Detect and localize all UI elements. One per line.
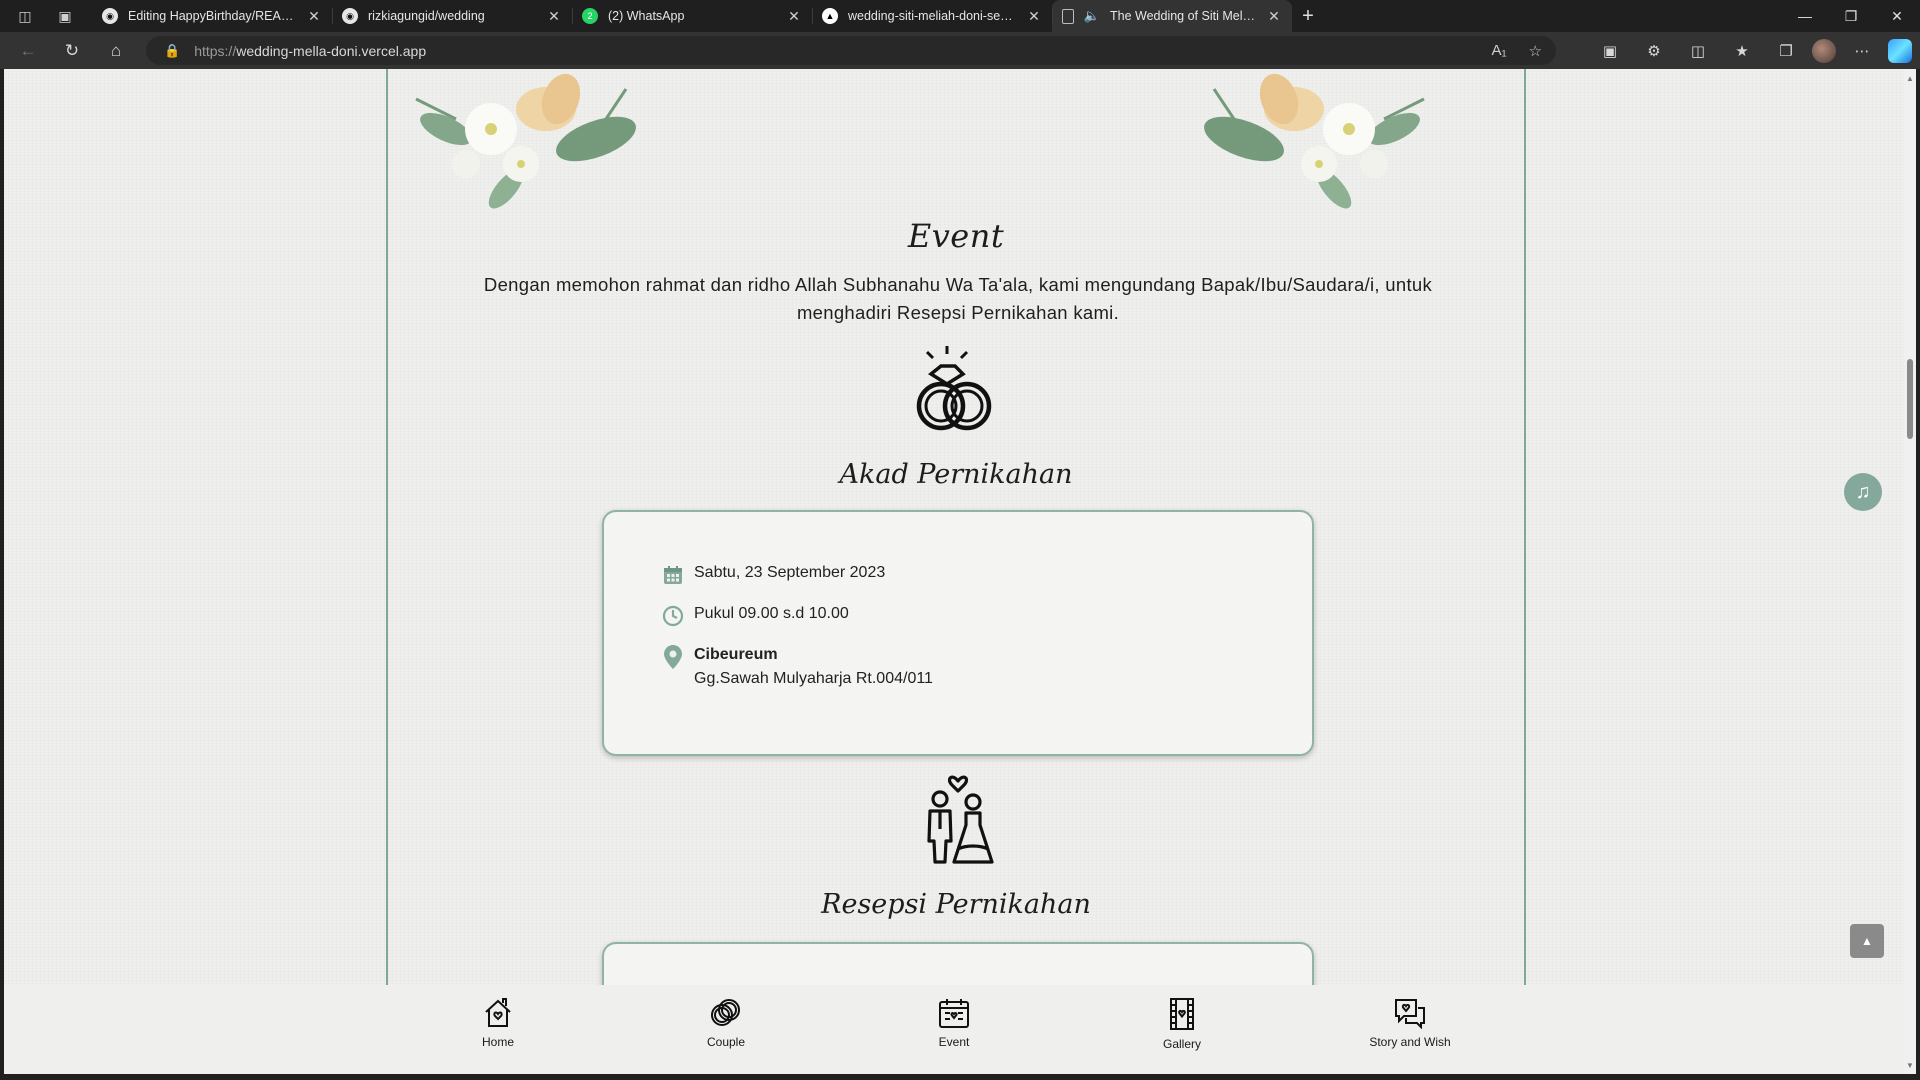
- lock-icon[interactable]: 🔒: [164, 43, 180, 59]
- calendar-icon: [662, 564, 684, 586]
- akad-place-name: Cibeureum: [694, 646, 778, 663]
- chat-heart-icon: [1395, 999, 1425, 1029]
- close-tab-icon[interactable]: ✕: [306, 8, 322, 25]
- whatsapp-icon: 2: [582, 8, 598, 24]
- copilot-icon[interactable]: [1888, 38, 1912, 63]
- browser-toolbar: ← ↻ ⌂ 🔒 https://wedding-mella-doni.verce…: [0, 32, 1920, 69]
- akad-time: Pukul 09.00 s.d 10.00: [694, 605, 849, 622]
- url-host: wedding-mella-doni.vercel.app: [236, 42, 427, 59]
- nav-event[interactable]: Event: [879, 985, 1029, 1049]
- extension-shield-icon[interactable]: ▣: [1592, 36, 1628, 66]
- location-pin-icon: [662, 645, 684, 669]
- invitation-content: Event Dengan memohon rahmat dan ridho Al…: [386, 69, 1526, 1074]
- floral-decoration-icon: [1204, 73, 1425, 209]
- scroll-up-arrow-icon[interactable]: ▲: [1904, 71, 1916, 85]
- akad-date-row: Sabtu, 23 September 2023: [662, 564, 885, 586]
- akad-place-row: Cibeureum Gg.Sawah Mulyaharja Rt.004/011: [662, 645, 933, 688]
- wedding-rings-icon: [916, 346, 992, 431]
- page-icon: [1062, 8, 1074, 24]
- restore-icon[interactable]: ❐: [1828, 0, 1874, 32]
- page-scrollbar[interactable]: ▲ ▼: [1904, 69, 1916, 1074]
- collections-icon[interactable]: ❐: [1768, 36, 1804, 66]
- akad-event-card: Sabtu, 23 September 2023 Pukul 09.00 s.d…: [602, 510, 1314, 756]
- vercel-icon: ▲: [822, 8, 838, 24]
- film-gallery-icon: [1170, 998, 1194, 1030]
- tab-actions-icon[interactable]: ▣: [54, 5, 76, 27]
- browser-tab[interactable]: ◉ rizkiagungid/wedding ✕: [332, 0, 572, 32]
- tab-title: (2) WhatsApp: [608, 9, 685, 23]
- tab-title: The Wedding of Siti Meliah: [1110, 9, 1256, 23]
- akad-place-address: Gg.Sawah Mulyaharja Rt.004/011: [694, 670, 933, 687]
- favorites-icon[interactable]: ★: [1724, 36, 1760, 66]
- window-bottom-edge: [0, 1074, 1920, 1080]
- page-viewport: Event Dengan memohon rahmat dan ridho Al…: [4, 69, 1904, 1074]
- read-aloud-icon[interactable]: A₁: [1491, 42, 1506, 60]
- nav-gallery[interactable]: Gallery: [1107, 985, 1257, 1051]
- browser-tab-active[interactable]: 🔈 The Wedding of Siti Meliah ✕: [1052, 0, 1292, 32]
- tab-title: wedding-siti-meliah-doni-setiaw: [848, 9, 1016, 23]
- event-section-title: Event: [907, 217, 1005, 255]
- nav-home[interactable]: Home: [423, 985, 573, 1049]
- close-tab-icon[interactable]: ✕: [786, 8, 802, 25]
- rings-icon: [711, 999, 740, 1026]
- akad-time-row: Pukul 09.00 s.d 10.00: [662, 605, 849, 627]
- close-tab-icon[interactable]: ✕: [546, 8, 562, 25]
- workspaces-icon[interactable]: ◫: [14, 5, 36, 27]
- close-tab-icon[interactable]: ✕: [1026, 8, 1042, 25]
- close-tab-icon[interactable]: ✕: [1266, 8, 1282, 25]
- bottom-navigation: Home Couple Event Gallery Story and Wish: [4, 985, 1904, 1074]
- nav-story-wish[interactable]: Story and Wish: [1335, 985, 1485, 1049]
- music-toggle-button[interactable]: ♫: [1844, 473, 1882, 511]
- nav-event-label: Event: [938, 1035, 970, 1049]
- browser-tab[interactable]: ◉ Editing HappyBirthday/README ✕: [92, 0, 332, 32]
- akad-date: Sabtu, 23 September 2023: [694, 564, 886, 581]
- akad-title: Akad Pernikahan: [839, 459, 1073, 490]
- back-icon[interactable]: ←: [6, 32, 50, 69]
- resepsi-title: Resepsi Pernikahan: [821, 889, 1091, 920]
- scrollbar-thumb[interactable]: [1907, 359, 1913, 439]
- nav-couple[interactable]: Couple: [651, 985, 801, 1049]
- event-intro-text: Dengan memohon rahmat dan ridho Allah Su…: [483, 274, 1433, 323]
- browser-tab-bar: ◫ ▣ ◉ Editing HappyBirthday/README ✕ ◉ r…: [0, 0, 1920, 32]
- address-bar[interactable]: 🔒 https://wedding-mella-doni.vercel.app …: [146, 36, 1556, 65]
- bride-groom-icon: [927, 775, 994, 864]
- home-icon: [485, 998, 511, 1027]
- github-icon: ◉: [102, 8, 118, 24]
- floral-decoration-icon: [415, 73, 636, 209]
- close-window-icon[interactable]: ✕: [1874, 0, 1920, 32]
- split-screen-icon[interactable]: ◫: [1680, 36, 1716, 66]
- calendar-icon: [939, 999, 969, 1028]
- reload-icon[interactable]: ↻: [50, 32, 94, 69]
- scroll-to-top-button[interactable]: ▲: [1850, 924, 1884, 958]
- github-icon: ◉: [342, 8, 358, 24]
- nav-home-label: Home: [481, 1035, 514, 1049]
- browser-tab[interactable]: ▲ wedding-siti-meliah-doni-setiaw ✕: [812, 0, 1052, 32]
- extensions-icon[interactable]: ⚙: [1636, 36, 1672, 66]
- minimize-icon[interactable]: —: [1782, 0, 1828, 32]
- home-icon[interactable]: ⌂: [94, 32, 138, 69]
- tab-title: rizkiagungid/wedding: [368, 9, 485, 23]
- browser-tab[interactable]: 2 (2) WhatsApp ✕: [572, 0, 812, 32]
- url-protocol: https://: [194, 42, 237, 59]
- favorite-star-icon[interactable]: ☆: [1529, 42, 1542, 60]
- more-menu-icon[interactable]: ⋯: [1844, 36, 1880, 66]
- new-tab-button[interactable]: +: [1292, 5, 1324, 28]
- clock-icon: [662, 605, 684, 627]
- nav-couple-label: Couple: [706, 1035, 746, 1049]
- scroll-down-arrow-icon[interactable]: ▼: [1904, 1058, 1916, 1072]
- profile-avatar[interactable]: [1812, 38, 1836, 63]
- nav-gallery-label: Gallery: [1162, 1037, 1201, 1051]
- speaker-icon[interactable]: 🔈: [1084, 8, 1100, 24]
- tab-title: Editing HappyBirthday/README: [128, 9, 296, 23]
- nav-story-wish-label: Story and Wish: [1369, 1035, 1451, 1049]
